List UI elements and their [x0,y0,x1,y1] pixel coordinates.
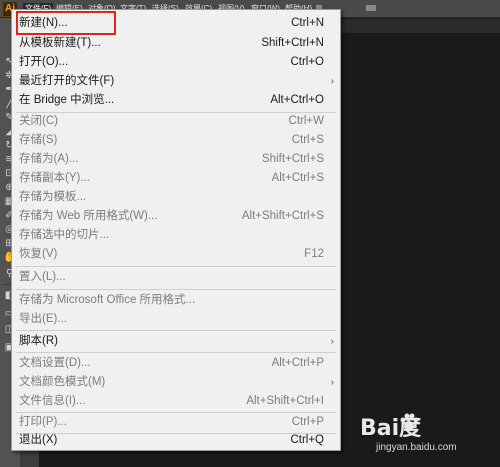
menu-item-label: 文档设置(D)... [19,357,91,369]
menu-item-label: 最近打开的文件(F) [19,75,115,87]
menu-item-label: 存储为 Web 所用格式(W)... [19,210,158,222]
menu-item-save-for-web: 存储为 Web 所用格式(W)... Alt+Shift+Ctrl+S [12,207,340,226]
menu-item-save-selected-slices: 存储选中的切片... [12,226,340,245]
menu-item-save-copy: 存储副本(Y)... Alt+Ctrl+S [12,169,340,188]
baidu-paw-icon [400,413,419,431]
menu-item-shortcut: F12 [304,248,324,260]
menu-item-label: 打开(O)... [19,56,69,68]
menu-item-label: 脚本(R) [19,335,58,347]
submenu-arrow-icon: › [330,377,334,388]
menu-item-label: 置入(L)... [19,271,66,283]
menu-item-shortcut: Shift+Ctrl+S [262,153,324,165]
menu-item-close: 关闭(C) Ctrl+W [12,112,340,131]
menu-item-shortcut: Alt+Ctrl+S [271,172,324,184]
menu-separator [16,289,336,290]
menu-item-shortcut: Shift+Ctrl+N [261,37,324,49]
menu-item-recent-files[interactable]: 最近打开的文件(F) › [12,72,340,91]
menu-separator [16,266,336,267]
menu-item-print: 打印(P)... Ctrl+P [12,413,340,432]
menu-item-scripts[interactable]: 脚本(R) › [12,332,340,351]
menu-item-shortcut: Ctrl+Q [290,434,324,446]
menu-item-save-as-template: 存储为模板... [12,188,340,207]
menu-item-shortcut: Alt+Shift+Ctrl+I [246,395,324,407]
file-menu-dropdown: 新建(N)... Ctrl+N 从模板新建(T)... Shift+Ctrl+N… [11,9,341,451]
menu-item-label: 退出(X) [19,434,58,446]
menu-item-export: 导出(E)... [12,310,340,329]
menu-item-shortcut: Alt+Ctrl+O [270,94,324,106]
menu-item-shortcut: Ctrl+P [291,416,324,428]
menu-item-label: 在 Bridge 中浏览... [19,94,115,106]
menu-item-save-for-office: 存储为 Microsoft Office 所用格式... [12,291,340,310]
watermark: Bai度 jingyan.baidu.com [360,410,490,460]
menu-item-shortcut: Alt+Ctrl+P [271,357,324,369]
menu-item-save: 存储(S) Ctrl+S [12,131,340,150]
menu-item-label: 导出(E)... [19,313,67,325]
menu-item-shortcut: Ctrl+S [291,134,324,146]
menu-item-file-info: 文件信息(I)... Alt+Shift+Ctrl+I [12,392,340,411]
menu-separator [16,330,336,331]
menu-item-label: 文件信息(I)... [19,395,86,407]
menu-separator [16,352,336,353]
menu-item-label: 从模板新建(T)... [19,37,101,49]
menu-item-exit[interactable]: 退出(X) Ctrl+Q [12,431,340,450]
arrange-icon[interactable] [366,5,376,11]
menu-item-shortcut: Ctrl+O [290,56,324,68]
menu-item-document-color-mode: 文档颜色模式(M) › [12,373,340,392]
menu-item-shortcut: Ctrl+N [291,17,324,29]
menu-item-revert: 恢复(V) F12 [12,245,340,264]
menu-item-label: 存储为(A)... [19,153,79,165]
menu-item-label: 存储为模板... [19,191,87,203]
menu-item-browse-in-bridge[interactable]: 在 Bridge 中浏览... Alt+Ctrl+O [12,91,340,110]
menu-item-new-from-template[interactable]: 从模板新建(T)... Shift+Ctrl+N [12,34,340,53]
submenu-arrow-icon: › [330,336,334,347]
submenu-arrow-icon: › [330,76,334,87]
menu-item-label: 打印(P)... [19,416,67,428]
document-tab-strip [340,19,500,33]
menu-item-label: 文档颜色模式(M) [19,376,106,388]
menu-item-shortcut: Alt+Shift+Ctrl+S [241,210,324,222]
red-highlight-box [16,11,116,35]
menu-item-label: 存储副本(Y)... [19,172,90,184]
menu-item-shortcut: Ctrl+W [288,115,324,127]
menu-item-document-setup: 文档设置(D)... Alt+Ctrl+P [12,354,340,373]
watermark-site: jingyan.baidu.com [376,442,457,453]
menu-item-label: 恢复(V) [19,248,58,260]
menu-item-save-as: 存储为(A)... Shift+Ctrl+S [12,150,340,169]
menu-item-label: 关闭(C) [19,115,58,127]
menu-item-label: 存储选中的切片... [19,229,110,241]
menu-item-label: 存储为 Microsoft Office 所用格式... [19,294,196,306]
menu-item-place: 置入(L)... [12,268,340,287]
menu-item-open[interactable]: 打开(O)... Ctrl+O [12,53,340,72]
menu-item-label: 存储(S) [19,134,58,146]
